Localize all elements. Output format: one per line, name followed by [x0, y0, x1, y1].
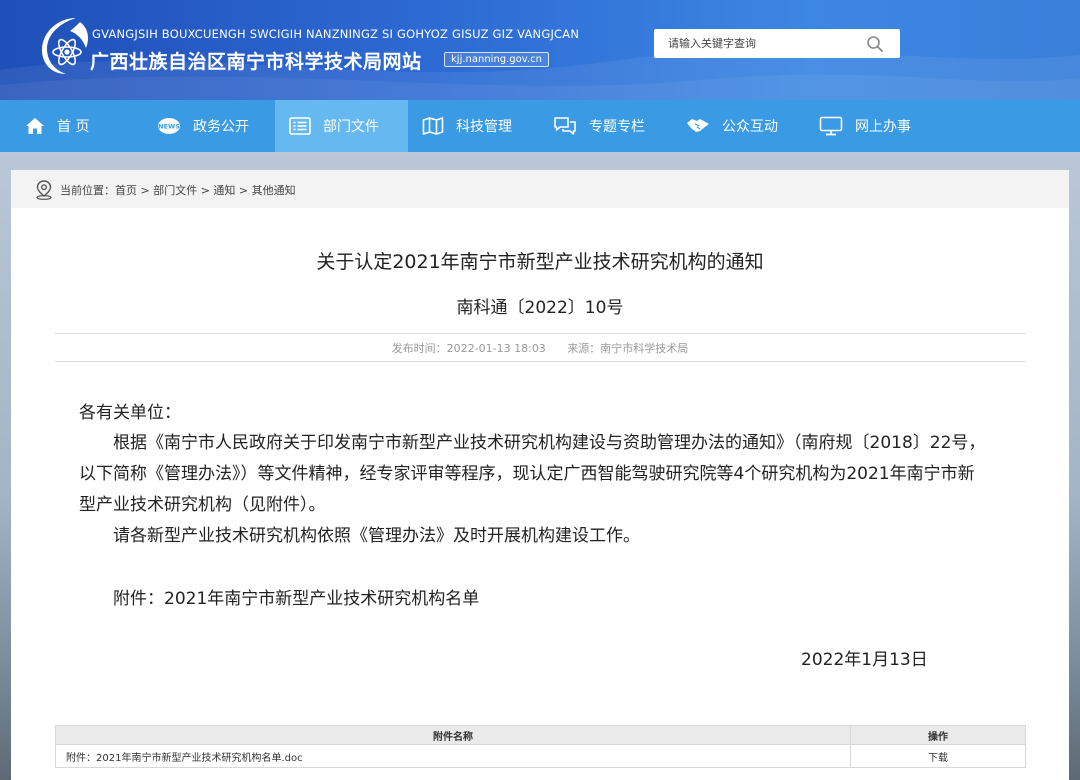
map-icon	[422, 117, 444, 135]
attachments-header-name: 附件名称	[55, 725, 851, 745]
atom-emblem-icon	[42, 18, 88, 74]
paragraph-main: 根据《南宁市人民政府关于印发南宁市新型产业技术研究机构建设与资助管理办法的通知》…	[79, 433, 986, 515]
paragraph-secondary: 请各新型产业技术研究机构依照《管理办法》及时开展机构建设工作。	[79, 526, 640, 546]
article-source: 来源：南宁市科学技术局	[567, 342, 689, 355]
attachment-reference: 附件：2021年南宁市新型产业技术研究机构名单	[79, 589, 480, 609]
attachments-header-action: 操作	[850, 725, 1026, 745]
download-link[interactable]: 下载	[850, 744, 1026, 768]
search-input[interactable]	[668, 29, 858, 58]
document-list-icon	[289, 117, 311, 135]
article-meta: 发布时间：2022-01-13 18:03 来源：南宁市科学技术局	[0, 340, 1080, 356]
nav-label-dept-docs: 部门文件	[323, 119, 379, 135]
breadcrumb[interactable]: 当前位置：首页 > 部门文件 > 通知 > 其他通知	[60, 182, 296, 198]
divider-bottom	[55, 361, 1026, 362]
article-title: 关于认定2021年南宁市新型产业技术研究机构的通知	[316, 251, 764, 273]
issue-date: 2022年1月13日	[801, 650, 928, 670]
table-row: 附件：2021年南宁市新型产业技术研究机构名单.doc 下载	[55, 744, 1026, 768]
nav-label-home: 首 页	[57, 119, 90, 135]
attachment-file-link[interactable]: 附件：2021年南宁市新型产业技术研究机构名单.doc	[55, 744, 851, 768]
nav-item-online-services[interactable]: 网上办事	[819, 100, 911, 152]
publish-time: 发布时间：2022-01-13 18:03	[391, 342, 546, 355]
site-name-cn[interactable]: 广西壮族自治区南宁市科学技术局网站	[90, 47, 422, 74]
site-name-en: GVANGJSIH BOUXCUENGH SWCIGIH NANZNINGZ S…	[92, 27, 580, 41]
site-header: GVANGJSIH BOUXCUENGH SWCIGIH NANZNINGZ S…	[0, 0, 1080, 100]
doc-number: 南科通〔2022〕10号	[456, 298, 624, 318]
attachments-header-row: 附件名称 操作	[55, 725, 1026, 745]
news-icon: NEWS	[158, 118, 180, 134]
site-domain-badge: kjj.nanning.gov.cn	[444, 52, 549, 67]
nav-item-dept-docs[interactable]: 部门文件	[275, 100, 408, 152]
monitor-icon	[819, 116, 843, 136]
nav-item-home[interactable]: 首 页	[25, 100, 89, 152]
handshake-icon	[687, 119, 709, 132]
nav-item-interaction[interactable]: 公众互动	[686, 100, 778, 152]
home-icon	[26, 118, 44, 134]
nav-item-special-topics[interactable]: 专题专栏	[553, 100, 645, 152]
nav-label-online-services: 网上办事	[855, 119, 911, 135]
breadcrumb-bar: 当前位置：首页 > 部门文件 > 通知 > 其他通知	[11, 170, 1069, 208]
nav-label-interaction: 公众互动	[722, 119, 778, 135]
nav-item-tech-mgmt[interactable]: 科技管理	[422, 100, 512, 152]
main-nav: 首 页 NEWS 政务公开 部门文件 科技管理 专题专栏 公众互动 网上办事	[0, 100, 1080, 152]
search-box	[654, 29, 900, 58]
nav-item-open-gov[interactable]: NEWS 政务公开	[157, 100, 249, 152]
nav-label-tech-mgmt: 科技管理	[456, 119, 512, 135]
location-pin-icon	[36, 180, 52, 200]
divider-top	[55, 333, 1026, 334]
chat-icon	[554, 117, 576, 135]
search-icon[interactable]	[866, 35, 884, 53]
nav-label-special-topics: 专题专栏	[589, 119, 645, 135]
nav-label-open-gov: 政务公开	[193, 119, 249, 135]
salutation: 各有关单位：	[79, 403, 181, 423]
svg-text:NEWS: NEWS	[158, 123, 180, 131]
attachments-table: 附件名称 操作 附件：2021年南宁市新型产业技术研究机构名单.doc 下载	[55, 725, 1026, 768]
